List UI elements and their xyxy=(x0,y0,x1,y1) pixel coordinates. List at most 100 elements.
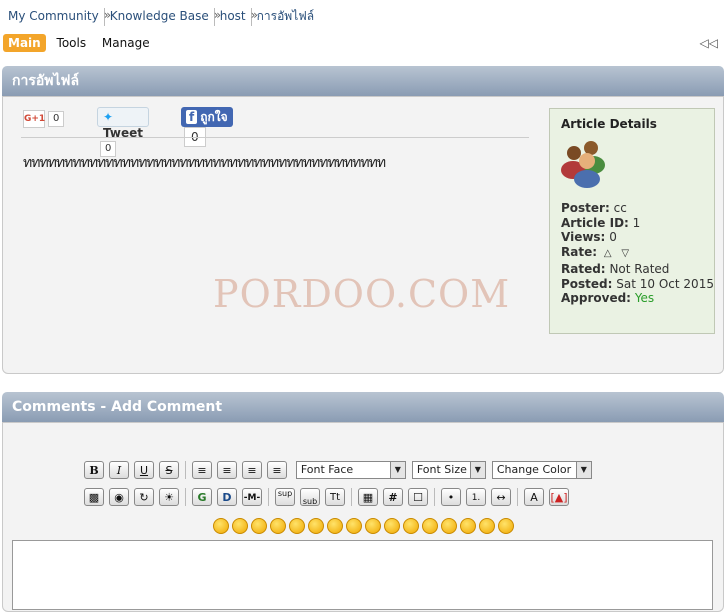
insert-attachment-icon[interactable]: ☀ xyxy=(159,488,179,506)
align-right-icon[interactable]: ≡ xyxy=(267,461,287,479)
wikipedia-icon[interactable]: D xyxy=(217,488,237,506)
detail-label: Approved: xyxy=(561,291,631,306)
rate-up-icon[interactable]: △ xyxy=(604,248,612,259)
bold-button[interactable]: B xyxy=(84,461,104,479)
toolbar-separator xyxy=(185,461,186,479)
gplus-widget: G+1 0 xyxy=(23,110,69,128)
cool-icon[interactable] xyxy=(346,518,362,534)
sad-icon[interactable] xyxy=(422,518,438,534)
font-style-icon[interactable]: A xyxy=(524,488,544,506)
detail-value: 0 xyxy=(609,230,617,245)
hash-icon[interactable]: # xyxy=(383,488,403,506)
strikethrough-button[interactable]: S xyxy=(159,461,179,479)
detail-value: Not Rated xyxy=(609,261,670,276)
detail-value: 1 xyxy=(632,215,641,230)
insert-link-icon[interactable]: ◉ xyxy=(109,488,129,506)
facebook-like-label: ถูกใจ xyxy=(200,110,228,124)
article-panel: G+10 ✦ Tweet0 fถูกใจ0 ทททททททททททททททททท… xyxy=(2,96,724,374)
text-size-icon[interactable]: Tt xyxy=(325,488,345,506)
comments-title-bar: Comments - Add Comment xyxy=(2,392,724,422)
surprised-icon[interactable] xyxy=(403,518,419,534)
breadcrumb-link-host[interactable]: host xyxy=(220,9,246,23)
nerd-icon[interactable] xyxy=(384,518,400,534)
align-left-icon[interactable]: ≡ xyxy=(192,461,212,479)
chevron-down-icon: ▼ xyxy=(389,462,405,478)
font-size-select[interactable]: Font Size ▼ xyxy=(411,461,486,479)
gplus-count: 0 xyxy=(48,111,65,127)
article-title: การอัพไฟล์ xyxy=(12,73,80,89)
meta-icon[interactable]: -M- xyxy=(242,488,262,506)
italic-button[interactable]: I xyxy=(109,461,129,479)
font-color-label: Change Color xyxy=(496,463,572,476)
nav-manage[interactable]: Manage xyxy=(97,34,155,52)
font-color-select[interactable]: Change Color ▼ xyxy=(491,461,592,479)
align-center-icon[interactable]: ≡ xyxy=(242,461,262,479)
details-heading: Article Details xyxy=(561,117,657,131)
subscript-icon[interactable]: sub xyxy=(300,488,320,506)
divider xyxy=(21,137,529,138)
toolbar-separator xyxy=(351,488,352,506)
tweet-button[interactable]: ✦ Tweet xyxy=(97,107,149,140)
smile-icon[interactable] xyxy=(213,518,229,534)
breadcrumb-link-kb[interactable]: Knowledge Base xyxy=(110,9,209,23)
shocked-icon[interactable] xyxy=(441,518,457,534)
tweet-widget: ✦ Tweet0 xyxy=(97,107,149,157)
crying-icon[interactable] xyxy=(498,518,514,534)
font-face-label: Font Face xyxy=(300,463,354,476)
align-justify-icon[interactable]: ≡ xyxy=(217,461,237,479)
rate-down-icon[interactable]: ▽ xyxy=(621,248,629,259)
detail-article-id: Article ID: 1 xyxy=(561,216,703,231)
facebook-like-button[interactable]: f ถูกใจ xyxy=(181,107,233,127)
collapse-icon[interactable]: ◁◁ xyxy=(700,36,718,50)
insert-email-icon[interactable]: ↻ xyxy=(134,488,154,506)
article-body: ทททททททททททททททททททททททททททททททททททททททท… xyxy=(23,155,386,171)
detail-label: Rated: xyxy=(561,261,606,276)
comments-title: Comments - Add Comment xyxy=(12,399,223,415)
detail-approved: Approved: Yes xyxy=(561,291,703,306)
insert-image-icon[interactable]: ▩ xyxy=(84,488,104,506)
table-icon[interactable]: ▦ xyxy=(358,488,378,506)
bullet-list-icon[interactable]: • xyxy=(441,488,461,506)
horizontal-rule-icon[interactable]: ↔ xyxy=(491,488,511,506)
numbered-list-icon[interactable]: 1. xyxy=(466,488,486,506)
laugh-icon[interactable] xyxy=(270,518,286,534)
toolbar-separator xyxy=(434,488,435,506)
font-face-select[interactable]: Font Face ▼ xyxy=(295,461,406,479)
article-title-bar: การอัพไฟล์ xyxy=(2,66,724,96)
remove-format-icon[interactable]: [▲] xyxy=(549,488,569,506)
detail-value: Yes xyxy=(634,291,655,306)
twitter-bird-icon: ✦ xyxy=(103,110,114,124)
quote-icon[interactable]: ☐ xyxy=(408,488,428,506)
neutral-icon[interactable] xyxy=(308,518,324,534)
grin-icon[interactable] xyxy=(232,518,248,534)
google-search-icon[interactable]: G xyxy=(192,488,212,506)
smiley-bar xyxy=(213,518,728,534)
breadcrumb-link-community[interactable]: My Community xyxy=(8,9,99,23)
gplus-button[interactable]: G+1 xyxy=(23,110,45,128)
detail-value[interactable]: cc xyxy=(614,201,627,215)
detail-label: Article ID: xyxy=(561,215,629,230)
breadcrumb: My Community »Knowledge Base »host »การอัพไ… xyxy=(8,7,314,26)
happy-icon[interactable] xyxy=(251,518,267,534)
nav-tools[interactable]: Tools xyxy=(52,34,92,52)
chevron-down-icon: ▼ xyxy=(469,462,485,478)
chevron-down-icon: ▼ xyxy=(575,462,591,478)
detail-rated: Rated: Not Rated xyxy=(561,262,703,277)
tongue-icon[interactable] xyxy=(479,518,495,534)
breadcrumb-separator: » xyxy=(103,7,111,26)
breadcrumb-separator: » xyxy=(213,7,221,26)
thinking-icon[interactable] xyxy=(460,518,476,534)
wink-icon[interactable] xyxy=(365,518,381,534)
comment-textarea[interactable] xyxy=(12,540,713,610)
toolbar-separator xyxy=(185,488,186,506)
nav-main[interactable]: Main xyxy=(3,34,46,52)
facebook-widget: fถูกใจ0 xyxy=(181,107,233,147)
breadcrumb-separator: » xyxy=(250,7,258,26)
underline-button[interactable]: U xyxy=(134,461,154,479)
detail-poster: Poster: cc xyxy=(561,201,703,216)
detail-posted: Posted: Sat 10 Oct 2015 xyxy=(561,277,714,292)
detail-label: Views: xyxy=(561,230,606,245)
confused-icon[interactable] xyxy=(327,518,343,534)
angry-icon[interactable] xyxy=(289,518,305,534)
superscript-icon[interactable]: sup xyxy=(275,488,295,506)
